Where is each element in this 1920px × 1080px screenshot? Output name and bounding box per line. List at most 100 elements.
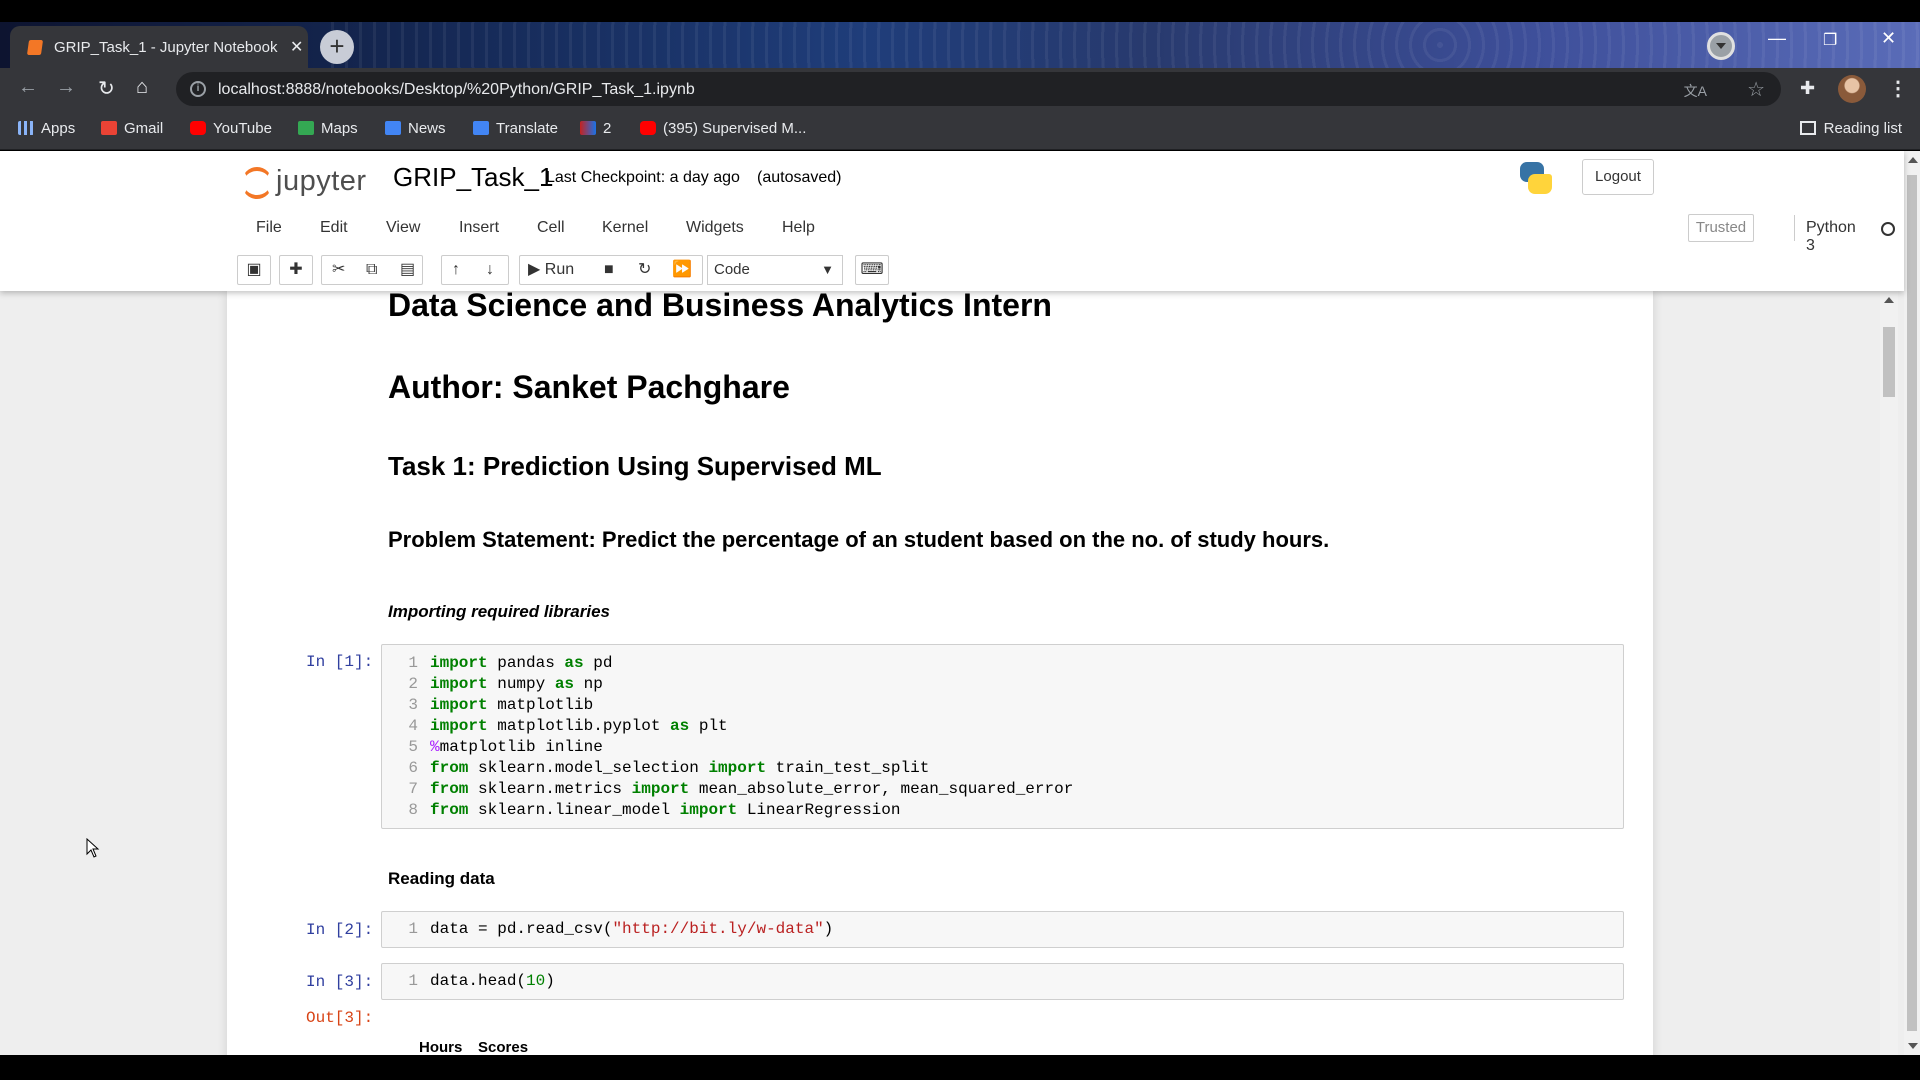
browser-tabstrip: GRIP_Task_1 - Jupyter Notebook ✕ + — ❐ ✕ xyxy=(0,22,1920,68)
jupyter-page: jupyter GRIP_Task_1 Last Checkpoint: a d… xyxy=(0,151,1920,1055)
notebook-scroll-area[interactable]: Data Science and Business Analytics Inte… xyxy=(0,291,1904,1055)
notebook-menubar: File Edit View Insert Cell Kernel Widget… xyxy=(240,209,1895,254)
kernel-divider xyxy=(1794,215,1795,241)
cut-icon[interactable]: ✂ xyxy=(332,256,345,284)
bookmark-star-icon[interactable]: ☆ xyxy=(1747,77,1765,102)
bookmark-supervised[interactable]: (395) Supervised M... xyxy=(640,120,806,137)
menu-widgets[interactable]: Widgets xyxy=(686,219,744,237)
minimize-icon[interactable]: — xyxy=(1768,28,1786,49)
run-label: Run xyxy=(544,261,575,278)
menu-edit[interactable]: Edit xyxy=(320,219,348,237)
page-scrollbar[interactable] xyxy=(1904,151,1920,1055)
copy-icon[interactable]: ⧉ xyxy=(366,256,377,284)
heading-task: Task 1: Prediction Using Supervised ML xyxy=(388,451,882,481)
code-cell-1[interactable]: 1 import pandas as pd 2 import numpy as np… xyxy=(381,644,1624,829)
section-reading-data: Reading data xyxy=(388,869,495,888)
notebook-name[interactable]: GRIP_Task_1 xyxy=(393,162,553,193)
bookmark-youtube[interactable]: YouTube xyxy=(190,120,272,137)
bookmark-gmail[interactable]: Gmail xyxy=(101,120,163,137)
close-window-icon[interactable]: ✕ xyxy=(1881,28,1896,49)
notebook-scroll-thumb[interactable] xyxy=(1883,327,1895,397)
tab-close-icon[interactable]: ✕ xyxy=(290,37,303,57)
menu-file[interactable]: File xyxy=(256,219,282,237)
heading-problem-statement: Problem Statement: Predict the percentag… xyxy=(388,527,1330,552)
reading-list-button[interactable]: Reading list xyxy=(1799,120,1902,137)
bookmark-label: YouTube xyxy=(213,120,272,137)
jupyter-logo-arc-icon xyxy=(242,169,272,199)
play-icon: ▶ xyxy=(528,261,541,278)
tab-title: GRIP_Task_1 - Jupyter Notebook xyxy=(54,39,278,56)
back-icon[interactable]: ← xyxy=(18,76,38,99)
browser-toolbar: ← → ↻ ⌂ i localhost:8888/notebooks/Deskt… xyxy=(0,68,1920,110)
autosave-status: (autosaved) xyxy=(757,169,842,186)
youtube-icon xyxy=(640,121,656,135)
save-button[interactable]: ▣ xyxy=(237,255,271,285)
bookmark-news[interactable]: News xyxy=(385,120,446,137)
stop-icon[interactable]: ■ xyxy=(604,256,614,284)
move-up-icon[interactable]: ↑ xyxy=(452,256,460,284)
menu-help[interactable]: Help xyxy=(782,219,815,237)
reading-list-icon xyxy=(1799,121,1816,135)
save-icon: ▣ xyxy=(246,261,262,278)
notebook-scrollbar[interactable] xyxy=(1880,291,1898,1055)
youtube-icon xyxy=(190,121,206,135)
bookmark-2[interactable]: 2 xyxy=(580,120,611,137)
forward-icon[interactable]: → xyxy=(56,76,76,99)
site-info-icon[interactable]: i xyxy=(190,81,206,97)
checkpoint-status: Last Checkpoint: a day ago xyxy=(546,169,740,186)
profile-avatar[interactable] xyxy=(1838,75,1866,103)
logout-button[interactable]: Logout xyxy=(1582,159,1654,195)
mail-icon xyxy=(580,121,596,135)
code-cell-3[interactable]: 1 data.head(10) xyxy=(381,963,1624,1000)
cell-prompt-in-2: In [2]: xyxy=(306,921,374,939)
heading-title: Data Science and Business Analytics Inte… xyxy=(388,291,1052,323)
move-down-icon[interactable]: ↓ xyxy=(486,256,494,284)
cell-prompt-in-3: In [3]: xyxy=(306,973,374,991)
menu-kernel[interactable]: Kernel xyxy=(602,219,648,237)
home-icon[interactable]: ⌂ xyxy=(136,76,148,99)
tab-active[interactable]: GRIP_Task_1 - Jupyter Notebook ✕ xyxy=(10,26,308,68)
url-text[interactable]: localhost:8888/notebooks/Desktop/%20Pyth… xyxy=(218,81,695,99)
scroll-up-icon[interactable] xyxy=(1908,157,1918,163)
run-button[interactable]: ▶ Run xyxy=(528,256,574,284)
mouse-cursor-icon xyxy=(86,837,100,863)
new-tab-button[interactable]: + xyxy=(320,30,354,64)
tab-search-icon[interactable] xyxy=(1707,32,1735,60)
bookmark-translate[interactable]: Translate xyxy=(473,120,558,137)
bookmark-apps[interactable]: Apps xyxy=(18,120,75,137)
insert-cell-button[interactable]: ✚ xyxy=(279,255,313,285)
reload-icon[interactable]: ↻ xyxy=(98,76,115,101)
menu-cell[interactable]: Cell xyxy=(537,219,565,237)
restart-icon[interactable]: ↻ xyxy=(638,256,651,284)
cell-type-select[interactable]: Code ▼ xyxy=(707,255,843,285)
menu-insert[interactable]: Insert xyxy=(459,219,499,237)
extensions-icon[interactable]: ✚ xyxy=(1800,78,1815,99)
kernel-name[interactable]: Python 3 xyxy=(1806,219,1856,255)
paste-icon[interactable]: ▤ xyxy=(400,256,415,284)
scroll-down-icon[interactable] xyxy=(1908,1043,1918,1049)
bookmark-label: Apps xyxy=(41,120,76,137)
jupyter-header: jupyter GRIP_Task_1 Last Checkpoint: a d… xyxy=(0,151,1904,291)
fast-forward-icon[interactable]: ⏩ xyxy=(672,256,692,284)
command-palette-button[interactable]: ⌨ xyxy=(855,255,889,285)
clipboard-group: ✂ ⧉ ▤ xyxy=(321,255,423,285)
code-cell-2[interactable]: 1 data = pd.read_csv("http://bit.ly/w-dat… xyxy=(381,911,1624,948)
heading-author: Author: Sanket Pachghare xyxy=(388,369,790,405)
trusted-indicator[interactable]: Trusted xyxy=(1688,214,1754,242)
python-logo-icon xyxy=(1518,160,1554,196)
restore-icon[interactable]: ❐ xyxy=(1823,30,1837,50)
address-bar[interactable]: i localhost:8888/notebooks/Desktop/%20Py… xyxy=(176,72,1781,106)
bookmark-label: (395) Supervised M... xyxy=(663,120,807,137)
menu-view[interactable]: View xyxy=(386,219,420,237)
page-scroll-thumb[interactable] xyxy=(1907,175,1917,1031)
section-importing: Importing required libraries xyxy=(388,602,610,621)
scroll-up-icon[interactable] xyxy=(1884,297,1894,303)
dataframe-header-hours: Hours xyxy=(419,1039,463,1055)
bookmark-maps[interactable]: Maps xyxy=(298,120,358,137)
translate-icon[interactable]: 文A xyxy=(1684,81,1707,101)
plus-icon: ✚ xyxy=(289,261,303,278)
reading-list-label: Reading list xyxy=(1823,120,1902,137)
bookmark-label: Gmail xyxy=(124,120,164,137)
cell-prompt-out-3: Out[3]: xyxy=(306,1009,374,1027)
chrome-menu-icon[interactable]: ⋮ xyxy=(1888,76,1908,101)
